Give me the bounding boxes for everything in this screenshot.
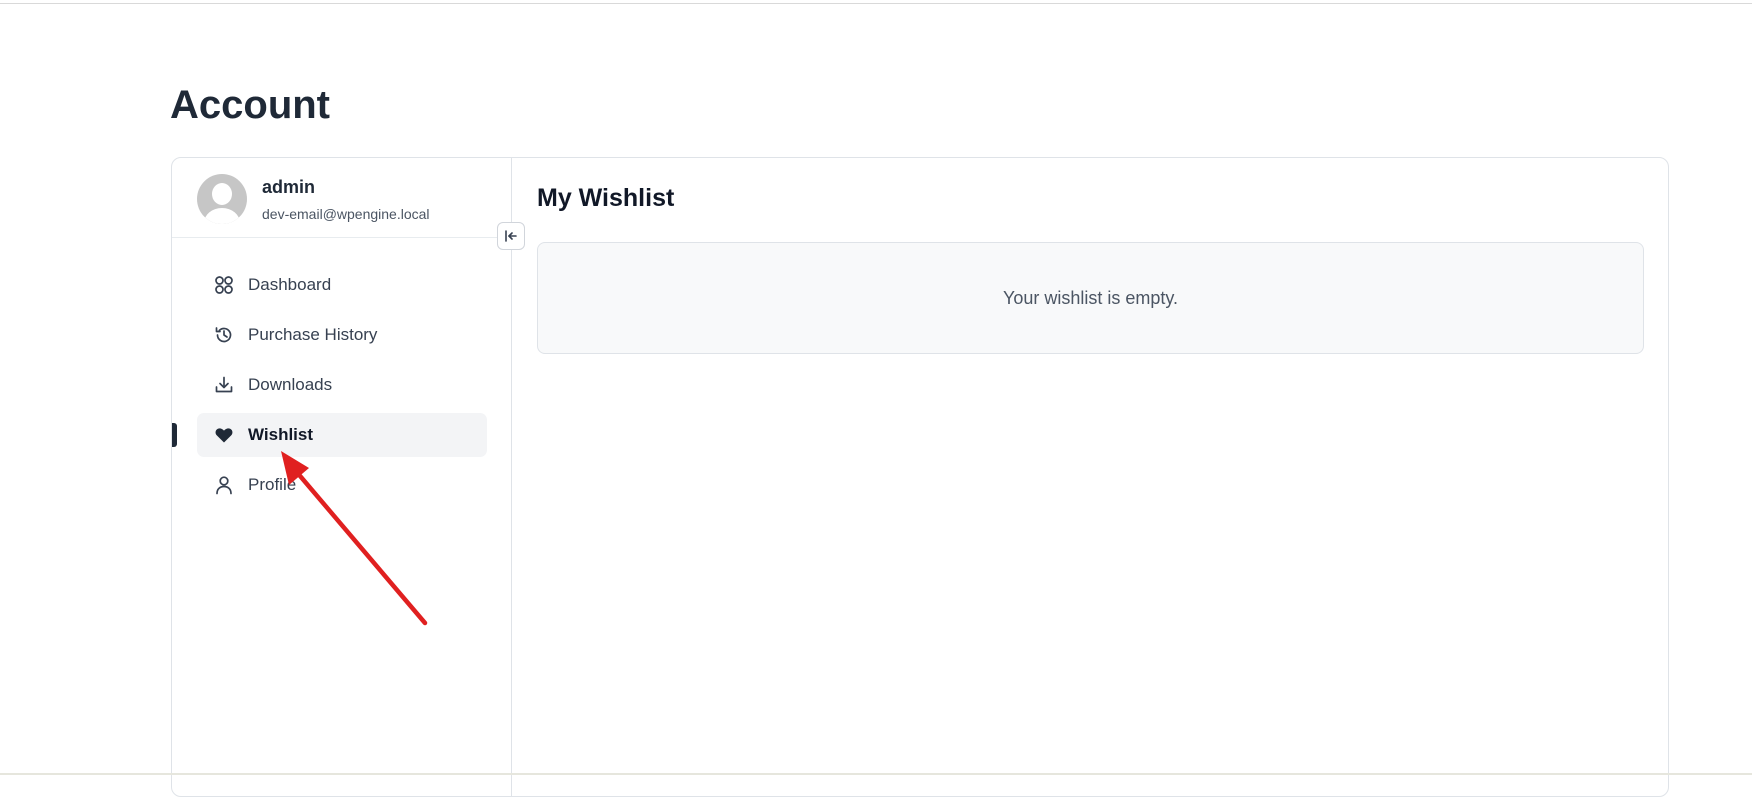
sidebar-item-label: Dashboard — [248, 275, 332, 294]
download-icon — [213, 374, 235, 396]
history-icon — [213, 324, 235, 346]
avatar — [197, 174, 247, 224]
sidebar-item-purchase-history[interactable]: Purchase History — [197, 313, 487, 357]
account-panel: admin dev-email@wpengine.local Dashboard… — [171, 157, 1669, 797]
active-indicator — [172, 423, 177, 447]
sidebar-item-wishlist[interactable]: Wishlist — [172, 413, 487, 457]
sidebar-item-profile[interactable]: Profile — [197, 463, 487, 507]
collapse-sidebar-button[interactable] — [497, 222, 525, 250]
top-divider — [0, 3, 1752, 4]
user-email: dev-email@wpengine.local — [262, 206, 430, 222]
sidebar-item-dashboard[interactable]: Dashboard — [197, 263, 487, 307]
section-title: My Wishlist — [537, 184, 675, 212]
wishlist-content: My Wishlist Your wishlist is empty. — [512, 158, 1668, 796]
empty-state-message: Your wishlist is empty. — [1002, 287, 1179, 308]
user-info: admin dev-email@wpengine.local — [172, 158, 511, 238]
grid-icon — [213, 274, 235, 296]
empty-state-box: Your wishlist is empty. — [537, 242, 1644, 354]
user-name: admin — [262, 177, 316, 197]
user-icon — [213, 474, 235, 496]
sidebar-item-label: Downloads — [248, 375, 333, 394]
page-title: Account — [170, 83, 330, 127]
bottom-divider — [0, 773, 1752, 775]
heart-icon — [213, 424, 235, 446]
account-nav: Dashboard Purchase History Downloads Wis… — [172, 263, 487, 513]
account-sidebar: admin dev-email@wpengine.local Dashboard… — [172, 158, 525, 796]
sidebar-item-label: Wishlist — [248, 425, 314, 444]
sidebar-item-downloads[interactable]: Downloads — [197, 363, 487, 407]
sidebar-item-label: Purchase History — [248, 325, 378, 344]
sidebar-item-label: Profile — [248, 475, 297, 494]
collapse-left-icon — [505, 230, 517, 242]
